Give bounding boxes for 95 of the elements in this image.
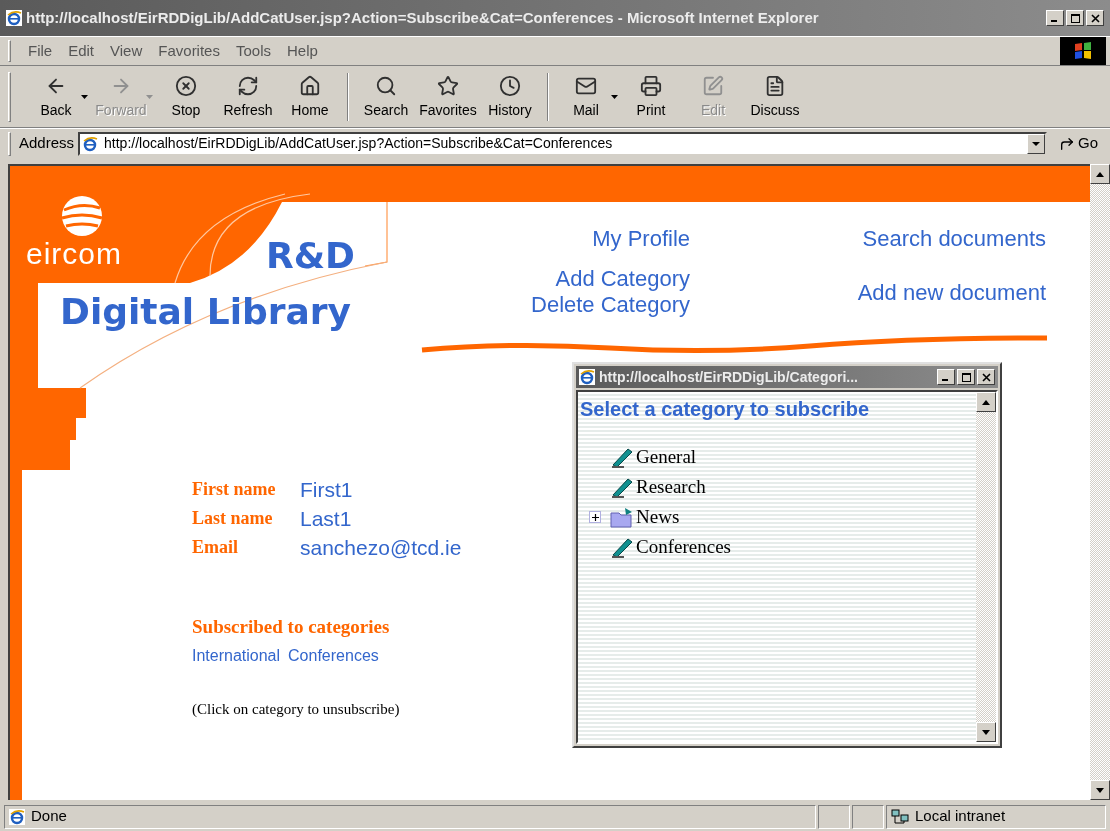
expand-toggle[interactable]: [589, 511, 601, 523]
nav-link[interactable]: My Profile: [592, 226, 690, 252]
search-icon: [375, 74, 397, 97]
edit-icon: [702, 74, 724, 97]
refresh-icon: [237, 74, 259, 97]
document-icon: [764, 74, 786, 97]
tree-item[interactable]: Research: [636, 472, 706, 502]
tree-item[interactable]: Conferences: [636, 532, 731, 562]
category-link[interactable]: International: [192, 643, 281, 668]
browser-icon: [6, 10, 22, 26]
category-link[interactable]: Conferences: [288, 643, 379, 668]
caret-icon: [81, 94, 88, 99]
network-icon: [891, 808, 909, 825]
nav-link[interactable]: Delete Category: [531, 292, 690, 318]
maximize-button[interactable]: [1066, 10, 1084, 26]
go-button[interactable]: Go: [1051, 132, 1106, 155]
maximize-button[interactable]: [957, 369, 975, 385]
house-icon: [299, 74, 321, 97]
windows-logo-icon: [1073, 42, 1093, 60]
minimize-button[interactable]: [937, 369, 955, 385]
toolbar-button[interactable]: Refresh: [217, 70, 279, 123]
go-arrow-icon: [1059, 135, 1075, 152]
up-arrow-icon: [982, 399, 990, 405]
brand-title: R&D: [266, 238, 355, 274]
menu-item[interactable]: Favorites: [151, 39, 227, 63]
field-label: Email: [192, 536, 239, 559]
address-dropdown-button[interactable]: [1027, 133, 1045, 154]
scroll-down-button[interactable]: [976, 722, 996, 742]
toolbar-button[interactable]: History: [479, 70, 541, 123]
scroll-up-button[interactable]: [1090, 164, 1110, 184]
stop-icon: [175, 74, 197, 97]
pen-icon: [610, 536, 634, 558]
star-icon: [437, 74, 459, 97]
down-arrow-icon: [1096, 787, 1104, 793]
nav-link[interactable]: Add Category: [555, 266, 690, 292]
status-text: Done: [31, 806, 67, 827]
close-icon: [1090, 13, 1100, 23]
toolbar-button[interactable]: Discuss: [744, 70, 806, 123]
globe-logo-icon: [60, 196, 104, 236]
popup-heading: Select a category to subscribe: [580, 397, 870, 422]
toolbar-button[interactable]: Mail: [555, 70, 620, 123]
field-label: First name: [192, 478, 277, 501]
toolbar-button[interactable]: Home: [279, 70, 341, 123]
close-button[interactable]: [1086, 10, 1104, 26]
toolbar-button[interactable]: Stop: [155, 70, 217, 123]
field-value: Last1: [300, 505, 353, 532]
logo-text: eircom: [26, 239, 122, 269]
browser-icon: [579, 369, 595, 385]
toolbar-button[interactable]: Search: [355, 70, 417, 123]
menu-item[interactable]: Help: [280, 39, 325, 63]
tree-item[interactable]: News: [636, 502, 680, 532]
maximize-icon: [1070, 13, 1080, 23]
status-panel: [852, 804, 884, 829]
printer-icon: [640, 74, 662, 97]
plus-icon: [591, 513, 599, 521]
window-title: http://localhost/EirRDDigLib/AddCatUser.jsp?Action=Subscribe&Cat=Conferences - Microsoft Internet Explorer: [26, 7, 820, 28]
address-text: http://localhost/EirRDDigLib/AddCatUser.jsp?Action=Subscribe&Cat=Conferences: [104, 134, 614, 153]
minimize-button[interactable]: [1046, 10, 1064, 26]
address-label: Address: [19, 133, 75, 154]
caret-icon: [611, 94, 618, 99]
brand-subtitle: Digital Library: [60, 294, 352, 330]
zone-text: Local intranet: [915, 806, 1006, 827]
toolbar-button[interactable]: Print: [620, 70, 682, 123]
down-arrow-icon: [982, 729, 990, 735]
section-heading: Subscribed to categories: [192, 615, 391, 639]
down-arrow-icon: [1032, 141, 1040, 146]
clock-icon: [499, 74, 521, 97]
browser-icon: [82, 135, 99, 152]
scroll-down-button[interactable]: [1090, 780, 1110, 800]
nav-link[interactable]: Search documents: [862, 226, 1046, 252]
tree-item[interactable]: General: [636, 442, 697, 472]
scroll-up-button[interactable]: [976, 392, 996, 412]
menu-item[interactable]: File: [21, 39, 60, 63]
field-value: sanchezo@tcd.ie: [300, 534, 462, 561]
menu-item[interactable]: Tools: [228, 39, 278, 63]
popup-title: http://localhost/EirRDDigLib/Categori...: [599, 367, 859, 387]
browser-icon: [9, 808, 25, 825]
pen-icon: [610, 446, 634, 468]
menu-item[interactable]: Edit: [61, 39, 102, 63]
toolbar-button[interactable]: Back: [25, 70, 90, 123]
pen-icon: [610, 476, 634, 498]
address-field[interactable]: http://localhost/EirRDDigLib/AddCatUser.jsp?Action=Subscribe&Cat=Conferences: [78, 131, 1047, 156]
field-label: Last name: [192, 507, 274, 530]
nav-link[interactable]: Add new document: [857, 280, 1046, 306]
menu-item[interactable]: View: [103, 39, 150, 63]
status-panel: [818, 804, 850, 829]
up-arrow-icon: [1096, 171, 1104, 177]
folder-icon: [610, 506, 634, 528]
maximize-icon: [961, 372, 971, 382]
caret-icon: [146, 94, 153, 99]
close-icon: [981, 372, 991, 382]
close-button[interactable]: [977, 369, 995, 385]
toolbar-button[interactable]: Favorites: [417, 70, 479, 123]
hint-text: (Click on category to unsubscribe): [192, 699, 401, 719]
field-value: First1: [300, 476, 354, 503]
